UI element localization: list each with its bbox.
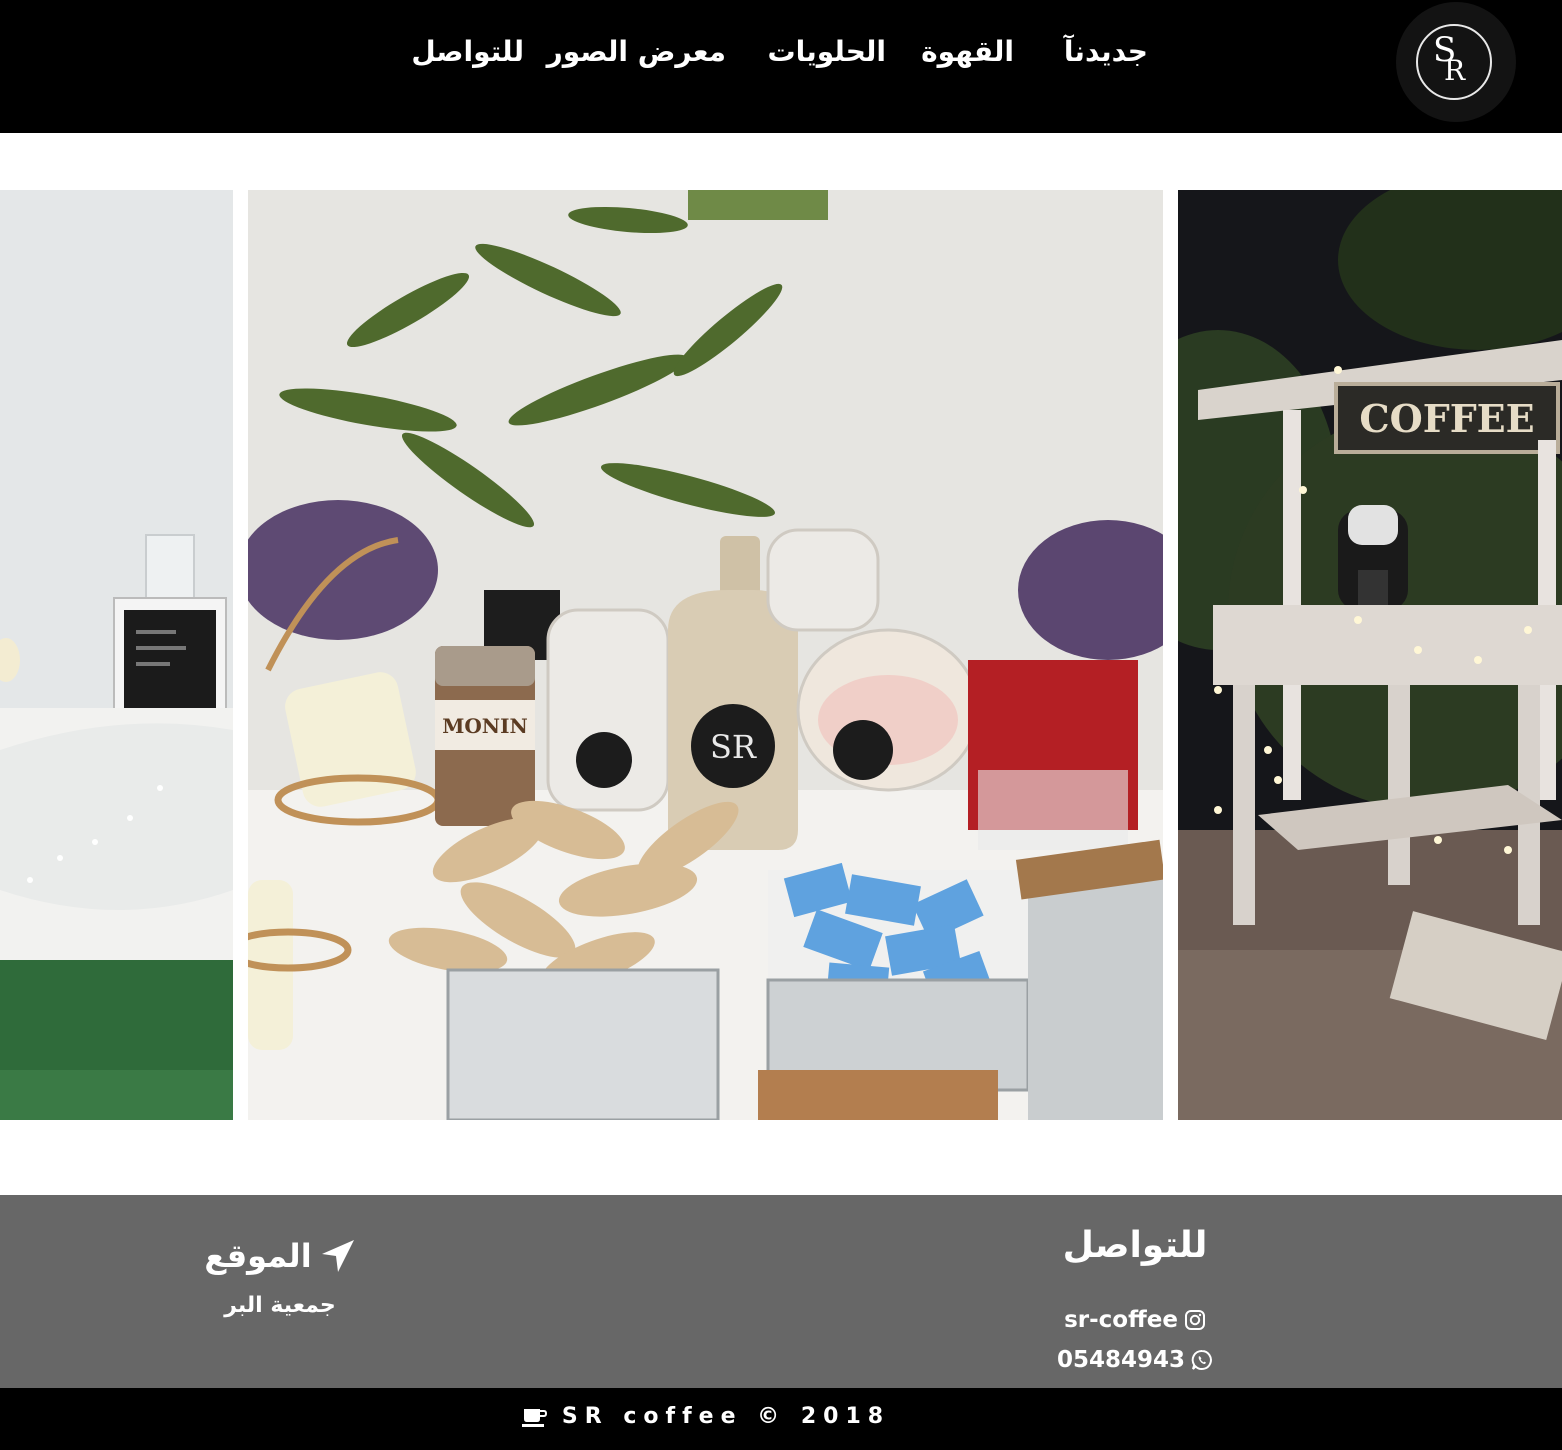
site-footer: للتواصل sr-coffee 05484943 الموقع جمعية …	[0, 1195, 1562, 1388]
nav-link-sweets[interactable]: الحلويات	[768, 28, 886, 76]
location-title-text: الموقع	[204, 1237, 312, 1275]
contact-heading: للتواصل	[1062, 1225, 1208, 1266]
nav-link-gallery[interactable]: معرض الصور	[547, 28, 726, 76]
slide-center-photo: MONIN SR	[248, 190, 1163, 1120]
slide-left-photo	[0, 190, 233, 1120]
whatsapp-number: 05484943	[1056, 1347, 1186, 1373]
nav-link-new[interactable]: جديدنآ	[1064, 28, 1148, 76]
copyright-text: SR coffee © 2018	[561, 1404, 891, 1429]
instagram-icon	[1184, 1310, 1205, 1330]
copyright-bar: SR coffee © 2018	[0, 1388, 1562, 1450]
location-heading: الموقع	[170, 1237, 390, 1275]
coffee-sign-text: COFFEE	[1359, 396, 1534, 441]
nav-link-contact[interactable]: للتواصل	[411, 28, 524, 76]
whatsapp-link[interactable]: 05484943	[1000, 1347, 1270, 1373]
carousel-slide-left[interactable]	[0, 190, 233, 1120]
carousel-slide-center[interactable]: MONIN SR	[248, 190, 1163, 1120]
location-arrow-icon	[321, 1240, 354, 1272]
photo-carousel[interactable]: MONIN SR COFFEE	[0, 190, 1562, 1120]
copyright: SR coffee © 2018	[0, 1404, 1412, 1429]
whatsapp-icon	[1191, 1349, 1212, 1370]
monin-label: MONIN	[442, 714, 527, 738]
instagram-link[interactable]: sr-coffee	[1000, 1307, 1270, 1333]
coffee-cup-icon	[521, 1408, 547, 1427]
top-navbar: جديدنآ القهوة الحلويات معرض الصور للتواص…	[0, 0, 1562, 133]
carousel-slide-right[interactable]: COFFEE	[1178, 190, 1562, 1120]
bottle-sr-label: SR	[710, 728, 757, 766]
nav-menu: جديدنآ القهوة الحلويات معرض الصور للتواص…	[0, 28, 1562, 76]
instagram-handle: sr-coffee	[1064, 1307, 1178, 1333]
logo-letter-r: R	[1444, 54, 1466, 87]
location-text: جمعية البر	[224, 1293, 336, 1318]
brand-logo[interactable]: S R	[1396, 2, 1516, 122]
nav-link-coffee[interactable]: القهوة	[921, 28, 1014, 76]
slide-right-photo: COFFEE	[1178, 190, 1562, 1120]
